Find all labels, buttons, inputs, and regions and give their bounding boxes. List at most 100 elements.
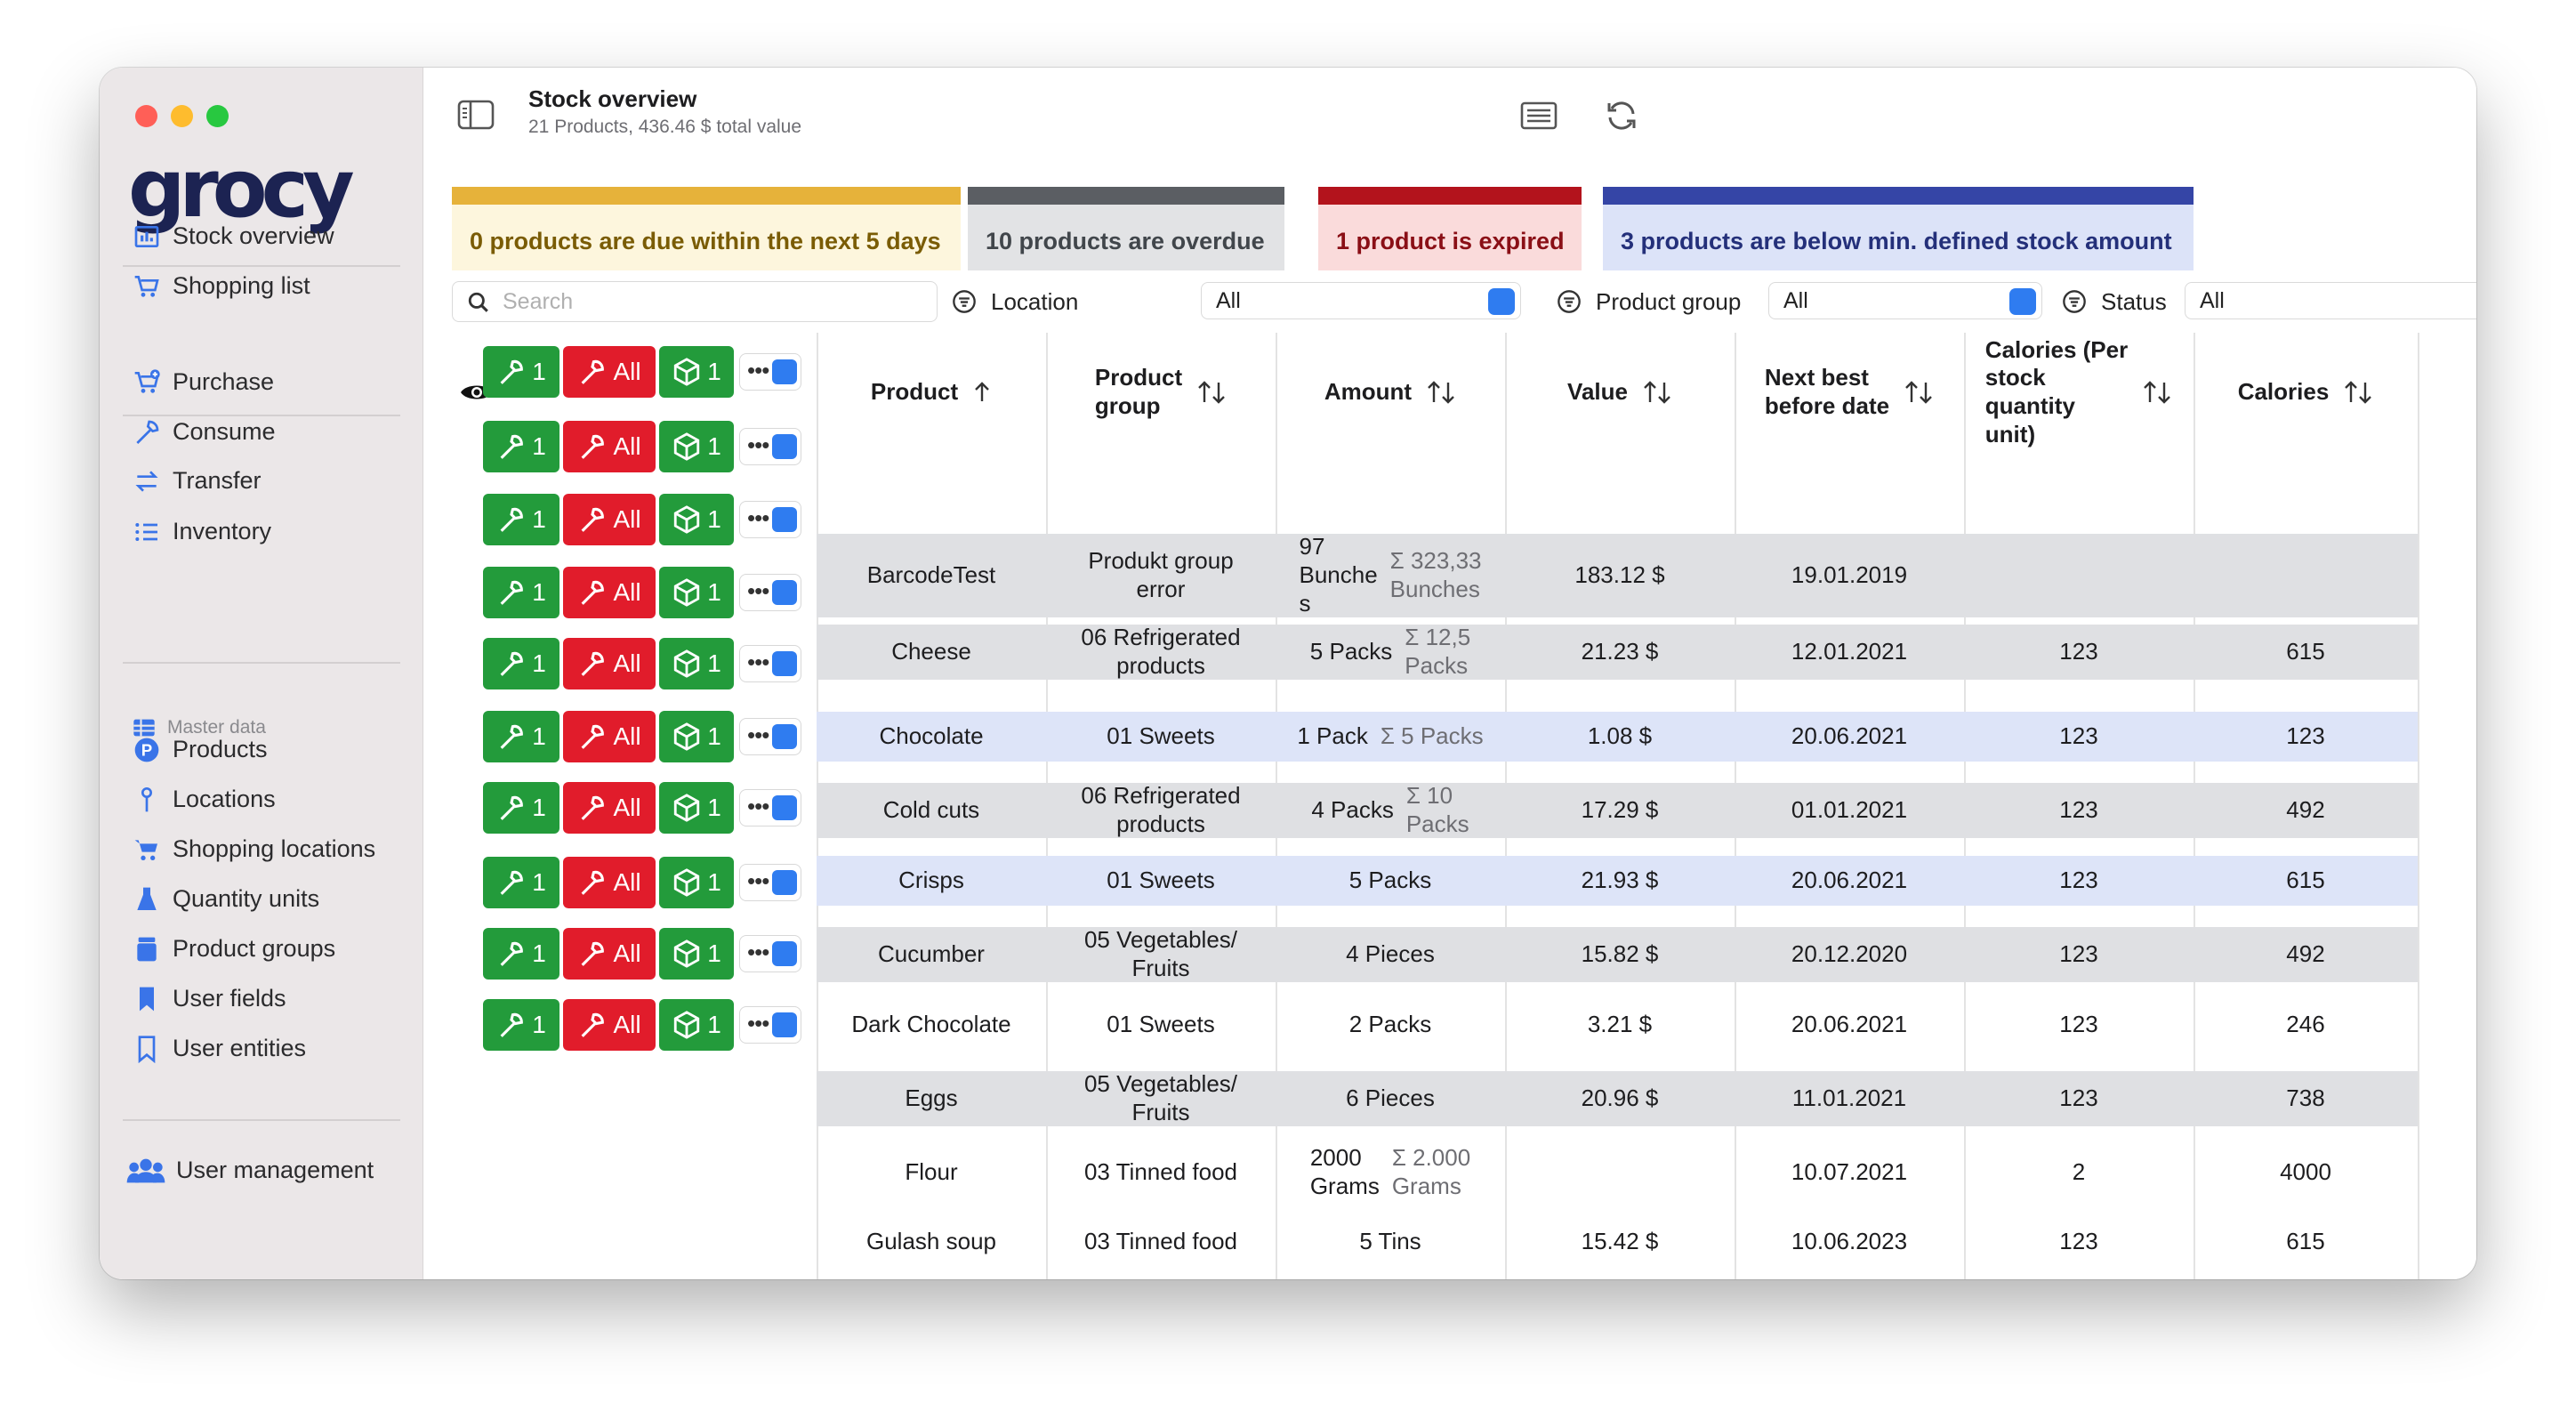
table-row[interactable]: Crisps 01 Sweets 5 Packs 21.93 $ 20.06.2021 1…	[817, 856, 2418, 906]
header-value[interactable]: Value	[1505, 333, 1735, 452]
open-one-button[interactable]: 1	[659, 346, 734, 398]
consume-all-button[interactable]: All	[563, 711, 656, 762]
open-one-button[interactable]: 1	[659, 494, 734, 545]
close-window-button[interactable]	[135, 105, 157, 127]
open-one-button[interactable]: 1	[659, 857, 734, 908]
header-product-group[interactable]: Product group	[1046, 333, 1276, 452]
sort-icon	[1905, 381, 1932, 404]
refresh-icon[interactable]	[1602, 96, 1641, 135]
consume-one-button[interactable]: 1	[483, 999, 559, 1051]
more-actions-dropdown[interactable]: •••	[739, 501, 801, 538]
open-one-button[interactable]: 1	[659, 711, 734, 762]
button-label: 1	[532, 1011, 546, 1038]
sidebar-item-product-groups[interactable]: Product groups	[117, 924, 406, 973]
minimize-window-button[interactable]	[171, 105, 193, 127]
more-actions-dropdown[interactable]: •••	[739, 428, 801, 465]
zoom-window-button[interactable]	[206, 105, 229, 127]
more-actions-dropdown[interactable]: •••	[739, 645, 801, 682]
button-label: All	[613, 358, 641, 385]
cell-line: error	[1136, 576, 1186, 602]
more-actions-dropdown[interactable]: •••	[739, 353, 801, 391]
sidebar-item-label: Purchase	[173, 368, 275, 395]
sidebar: grocy Stock overview Shopping list Purchas…	[100, 68, 423, 1279]
status-banner-1[interactable]: 0 products are due within the next 5 day…	[452, 187, 961, 270]
more-actions-dropdown[interactable]: •••	[739, 864, 801, 901]
sidebar-item-user-fields[interactable]: User fields	[117, 974, 406, 1023]
open-one-button[interactable]: 1	[659, 421, 734, 472]
more-actions-dropdown[interactable]: •••	[739, 789, 801, 826]
header-calories-per-unit[interactable]: Calories (Per stock quantity unit)	[1964, 333, 2194, 452]
calories-per-unit-cell: 2	[2072, 1158, 2086, 1186]
consume-all-button[interactable]: All	[563, 999, 656, 1051]
more-actions-dropdown[interactable]: •••	[739, 574, 801, 611]
header-next-best-before[interactable]: Next best before date	[1735, 333, 1964, 452]
consume-all-button[interactable]: All	[563, 928, 656, 980]
sidebar-toggle-icon[interactable]	[457, 100, 495, 130]
chevron-down-icon	[772, 1012, 797, 1037]
consume-all-button[interactable]: All	[563, 782, 656, 834]
header-label: stock	[1984, 364, 2046, 391]
sidebar-item-inventory[interactable]: Inventory	[117, 507, 406, 556]
button-label: 1	[707, 722, 721, 750]
search-input[interactable]: Search	[452, 281, 938, 322]
table-row[interactable]: Cold cuts 06 Refrigerated products 4 Packs Σ…	[817, 782, 2418, 838]
sidebar-item-transfer[interactable]: Transfer	[117, 456, 406, 505]
sidebar-item-stock-overview[interactable]: Stock overview	[117, 212, 406, 261]
table-row[interactable]: Gulash soup 03 Tinned food 5 Tins 15.42 $ 10…	[817, 1217, 2418, 1267]
sidebar-item-products[interactable]: P Products	[117, 725, 406, 774]
status-banner-4[interactable]: 3 products are below min. defined stock …	[1603, 187, 2194, 270]
consume-one-button[interactable]: 1	[483, 567, 559, 618]
location-select[interactable]: All	[1201, 282, 1521, 319]
product-name-cell: BarcodeTest	[866, 561, 996, 589]
banner-color-bar	[968, 187, 1284, 205]
consume-one-button[interactable]: 1	[483, 857, 559, 908]
sidebar-item-purchase[interactable]: Purchase	[117, 358, 406, 407]
status-banner-3[interactable]: 1 product is expired	[1318, 187, 1582, 270]
header-product[interactable]: Product	[817, 333, 1046, 452]
consume-all-button[interactable]: All	[563, 421, 656, 472]
consume-one-button[interactable]: 1	[483, 421, 559, 472]
consume-all-button[interactable]: All	[563, 567, 656, 618]
consume-all-button[interactable]: All	[563, 494, 656, 545]
sidebar-item-quantity-units[interactable]: Quantity units	[117, 875, 406, 923]
table-row[interactable]: BarcodeTest Produkt group error 97 Bunche s Σ …	[817, 533, 2418, 617]
sidebar-item-shopping-locations[interactable]: Shopping locations	[117, 825, 406, 874]
consume-one-button[interactable]: 1	[483, 782, 559, 834]
status-select[interactable]: All	[2185, 282, 2476, 319]
more-actions-dropdown[interactable]: •••	[739, 1006, 801, 1044]
more-actions-dropdown[interactable]: •••	[739, 718, 801, 755]
open-one-button[interactable]: 1	[659, 638, 734, 689]
header-amount[interactable]: Amount	[1276, 333, 1505, 452]
sidebar-item-user-entities[interactable]: User entities	[117, 1024, 406, 1073]
consume-one-button[interactable]: 1	[483, 494, 559, 545]
table-row[interactable]: Cheese 06 Refrigerated products 5 Packs Σ 12…	[817, 624, 2418, 680]
consume-one-button[interactable]: 1	[483, 711, 559, 762]
open-one-button[interactable]: 1	[659, 782, 734, 834]
open-one-button[interactable]: 1	[659, 567, 734, 618]
status-banner-2[interactable]: 10 products are overdue	[968, 187, 1284, 270]
consume-all-button[interactable]: All	[563, 857, 656, 908]
consume-one-button[interactable]: 1	[483, 346, 559, 398]
more-actions-dropdown[interactable]: •••	[739, 935, 801, 972]
consume-all-button[interactable]: All	[563, 638, 656, 689]
sidebar-item-shopping-list[interactable]: Shopping list	[117, 262, 406, 310]
table-row[interactable]: Dark Chocolate 01 Sweets 2 Packs 3.21 $ 20.0…	[817, 1000, 2418, 1050]
open-one-button[interactable]: 1	[659, 999, 734, 1051]
product-p-icon: P	[132, 735, 162, 765]
ellipsis-icon: •••	[747, 867, 769, 894]
consume-one-button[interactable]: 1	[483, 638, 559, 689]
open-one-button[interactable]: 1	[659, 928, 734, 980]
product-group-select[interactable]: All	[1768, 282, 2042, 319]
table-row[interactable]: Chocolate 01 Sweets 1 Pack Σ 5 Packs 1.08 $ 2…	[817, 712, 2418, 762]
table-row[interactable]: Cucumber 05 Vegetables/Fruits 4 Pieces 15.8…	[817, 926, 2418, 982]
table-row[interactable]: Eggs 05 Vegetables/Fruits 6 Pieces 20.96 $ 1…	[817, 1070, 2418, 1126]
consume-all-button[interactable]: All	[563, 346, 656, 398]
table-row[interactable]: Flour 03 Tinned food 2000 Grams Σ 2.000 Grams…	[817, 1144, 2418, 1201]
consume-one-button[interactable]: 1	[483, 928, 559, 980]
header-calories[interactable]: Calories	[2194, 333, 2418, 452]
table-options-icon[interactable]	[1519, 96, 1558, 135]
best-before-cell: 10.07.2021	[1791, 1158, 1908, 1186]
sidebar-item-locations[interactable]: Locations	[117, 775, 406, 824]
button-label: 1	[707, 649, 721, 677]
sidebar-item-user-management[interactable]: User management	[112, 1146, 400, 1195]
